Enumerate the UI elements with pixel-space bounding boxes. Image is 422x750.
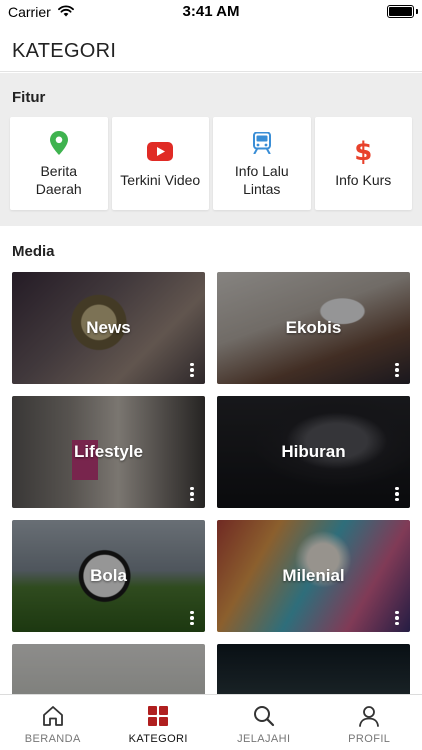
fitur-section-title: Fitur — [12, 89, 46, 106]
media-grid: News Ekobis Lifestyle Hiburan Bola Milen… — [12, 272, 410, 694]
media-card-hiburan[interactable]: Hiburan — [217, 396, 410, 508]
app-header: KATEGORI — [0, 24, 422, 72]
more-vertical-icon[interactable] — [189, 486, 195, 501]
clock: 3:41 AM — [182, 3, 240, 20]
more-vertical-icon[interactable] — [189, 610, 195, 625]
train-icon — [252, 130, 272, 156]
home-icon — [42, 704, 64, 728]
media-card-label: Bola — [90, 566, 127, 585]
nav-item-jelajahi[interactable]: JELAJAHI — [211, 695, 317, 750]
more-vertical-icon[interactable] — [394, 486, 400, 501]
media-card-bola[interactable]: Bola — [12, 520, 205, 632]
fitur-label: Info Lalu Lintas — [234, 162, 289, 197]
map-pin-icon — [49, 130, 68, 156]
media-card-milenial[interactable]: Milenial — [217, 520, 410, 632]
fitur-card-info-kurs[interactable]: $ Info Kurs — [314, 117, 412, 210]
media-card[interactable] — [217, 644, 410, 694]
nav-label: JELAJAHI — [237, 733, 291, 745]
status-bar: Carrier 3:41 AM — [0, 0, 422, 24]
nav-label: PROFIL — [348, 733, 391, 745]
media-card-lifestyle[interactable]: Lifestyle — [12, 396, 205, 508]
nav-label: KATEGORI — [128, 733, 188, 745]
bottom-nav: BERANDA KATEGORI JELAJAHI PROFIL — [0, 694, 422, 750]
nav-label: BERANDA — [24, 733, 81, 745]
fitur-grid: Berita Daerah Terkini Video Info Lalu Li… — [10, 117, 412, 210]
nav-item-beranda[interactable]: BERANDA — [0, 695, 106, 750]
fitur-card-berita-daerah[interactable]: Berita Daerah — [10, 117, 108, 210]
battery-icon — [387, 5, 414, 18]
search-icon — [253, 704, 275, 728]
more-vertical-icon[interactable] — [394, 610, 400, 625]
fitur-card-terkini-video[interactable]: Terkini Video — [111, 117, 209, 210]
youtube-icon — [147, 139, 174, 165]
media-card-label: Milenial — [282, 566, 345, 585]
nav-item-kategori[interactable]: KATEGORI — [106, 695, 212, 750]
dollar-icon: $ — [354, 136, 373, 167]
media-section: Media News Ekobis Lifestyle Hiburan Bola — [0, 226, 422, 694]
media-card-news[interactable]: News — [12, 272, 205, 384]
fitur-section: Fitur Berita Daerah Terkini Video Info L… — [0, 73, 422, 226]
grid-icon — [148, 704, 169, 728]
media-card-ekobis[interactable]: Ekobis — [217, 272, 410, 384]
fitur-label: Info Kurs — [335, 171, 392, 188]
media-card[interactable] — [12, 644, 205, 694]
media-card-label: Hiburan — [281, 442, 346, 461]
more-vertical-icon[interactable] — [394, 362, 400, 377]
media-card-label: Lifestyle — [74, 442, 143, 461]
fitur-label: Berita Daerah — [35, 162, 82, 197]
person-icon — [358, 704, 380, 728]
fitur-label: Terkini Video — [120, 171, 201, 188]
media-card-label: News — [86, 318, 131, 337]
fitur-card-info-lalu-lintas[interactable]: Info Lalu Lintas — [213, 117, 311, 210]
media-section-title: Media — [12, 243, 55, 260]
media-card-label: Ekobis — [285, 318, 342, 337]
page-title: KATEGORI — [12, 40, 117, 62]
more-vertical-icon[interactable] — [189, 362, 195, 377]
nav-item-profil[interactable]: PROFIL — [317, 695, 422, 750]
